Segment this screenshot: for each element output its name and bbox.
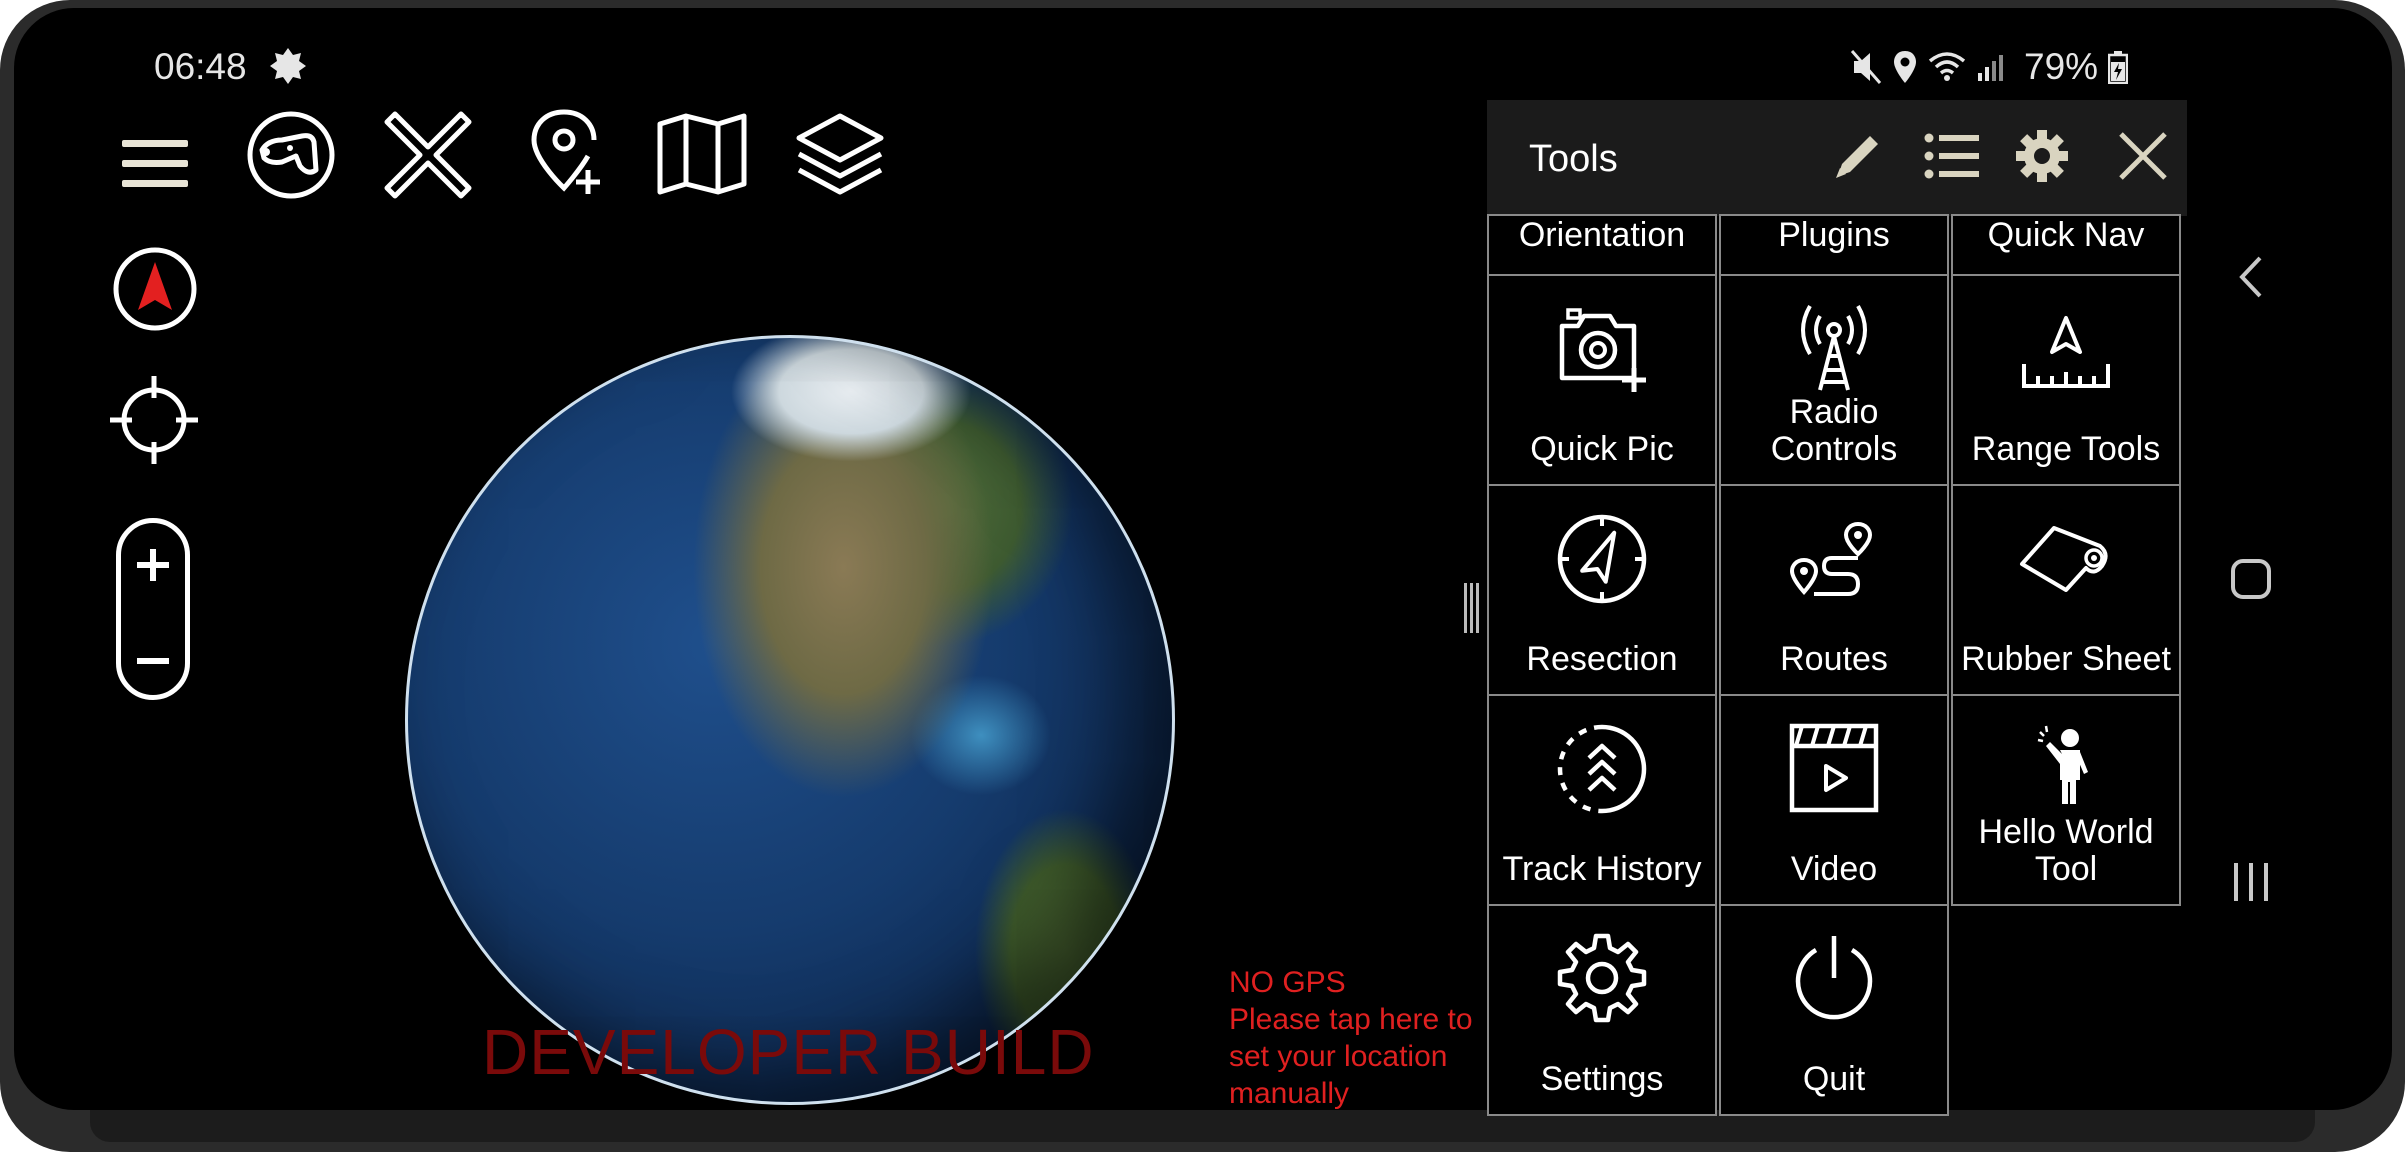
menu-icon[interactable]: [122, 138, 188, 190]
range-ruler-icon: [2022, 316, 2110, 388]
tool-label: Resection: [1526, 640, 1678, 678]
zoom-control: [116, 518, 190, 700]
tool-routes[interactable]: Routes: [1719, 484, 1949, 696]
globe-map[interactable]: [405, 335, 1175, 1105]
tool-label: Routes: [1780, 640, 1888, 678]
tool-quick-nav[interactable]: Quick Nav: [1951, 214, 2181, 276]
device-bottom-bezel: [90, 1110, 2315, 1142]
tool-label: Quit: [1802, 1060, 1866, 1098]
add-location-pin-icon[interactable]: [528, 108, 608, 198]
developer-build-watermark: DEVELOPER BUILD: [482, 1016, 1095, 1088]
tool-range-tools[interactable]: Range Tools: [1951, 274, 2181, 486]
tool-label: Quick Pic: [1530, 430, 1674, 468]
tool-label: Range Tools: [1971, 430, 2161, 468]
zoom-out-icon[interactable]: [137, 657, 169, 665]
tools-header: Tools: [1487, 100, 2187, 216]
map-icon[interactable]: [656, 112, 748, 196]
tool-track-history[interactable]: Track History: [1487, 694, 1717, 906]
close-icon[interactable]: [2115, 128, 2171, 184]
hello-person-icon: [2037, 725, 2088, 804]
tool-label: Rubber Sheet: [1961, 640, 2171, 678]
tool-label: Orientation: [1518, 216, 1686, 254]
tools-title: Tools: [1529, 138, 1618, 180]
tool-rubber-sheet[interactable]: Rubber Sheet: [1951, 484, 2181, 696]
tool-resection[interactable]: Resection: [1487, 484, 1717, 696]
tool-label: Settings: [1540, 1060, 1664, 1098]
tool-label: Plugins: [1778, 216, 1890, 254]
tool-video[interactable]: Video: [1719, 694, 1949, 906]
camera-plus-icon: [1559, 308, 1646, 392]
no-gps-message[interactable]: NO GPS Please tap here to set your locat…: [1229, 964, 1473, 1112]
zoom-in-icon[interactable]: [137, 549, 169, 581]
status-icons: 79%: [1850, 46, 2129, 88]
radio-tower-icon: [1801, 304, 1867, 391]
tool-label: Quick Nav: [1987, 216, 2145, 254]
notification-gear-icon: [270, 48, 306, 84]
rubber-sheet-icon: [2020, 526, 2108, 592]
close-x-icon[interactable]: [383, 110, 473, 200]
tool-hello-world[interactable]: Hello World Tool: [1951, 694, 2181, 906]
list-icon[interactable]: [1923, 128, 1981, 184]
home-icon[interactable]: [2230, 558, 2272, 600]
mute-icon: [1850, 50, 1882, 84]
tool-radio-controls[interactable]: Radio Controls: [1719, 274, 1949, 486]
tool-orientation[interactable]: Orientation: [1487, 214, 1717, 276]
north-compass-icon[interactable]: [112, 246, 198, 332]
location-icon: [1894, 51, 1916, 83]
tool-settings[interactable]: Settings: [1487, 904, 1717, 1116]
tool-label: Video: [1790, 850, 1878, 888]
tool-label: Track History: [1502, 850, 1702, 888]
tool-label: Radio Controls: [1770, 393, 1898, 468]
gear-icon[interactable]: [2014, 128, 2070, 184]
pencil-icon[interactable]: [1830, 128, 1886, 184]
back-icon[interactable]: [2236, 254, 2266, 300]
status-time: 06:48: [154, 46, 247, 87]
signal-icon: [1978, 55, 2003, 81]
recents-icon[interactable]: [2232, 861, 2270, 903]
tool-label: Hello World Tool: [1978, 813, 2154, 888]
tool-quit[interactable]: Quit: [1719, 904, 1949, 1116]
settings-gear-icon: [1557, 933, 1647, 1023]
video-icon: [1789, 723, 1879, 813]
battery-percent: 79%: [2024, 46, 2099, 87]
drawer-handle[interactable]: [1462, 583, 1480, 633]
battery-icon: [2108, 51, 2129, 84]
tool-plugins[interactable]: Plugins: [1719, 214, 1949, 276]
tool-quick-pic[interactable]: Quick Pic: [1487, 274, 1717, 486]
route-icon: [1789, 521, 1873, 596]
dog-icon[interactable]: [246, 110, 336, 200]
compass-icon: [1557, 514, 1647, 604]
power-icon: [1795, 936, 1873, 1020]
layers-icon[interactable]: [795, 112, 885, 200]
track-history-icon: [1557, 724, 1647, 814]
wifi-icon: [1928, 52, 1966, 81]
locate-crosshair-icon[interactable]: [108, 374, 200, 466]
